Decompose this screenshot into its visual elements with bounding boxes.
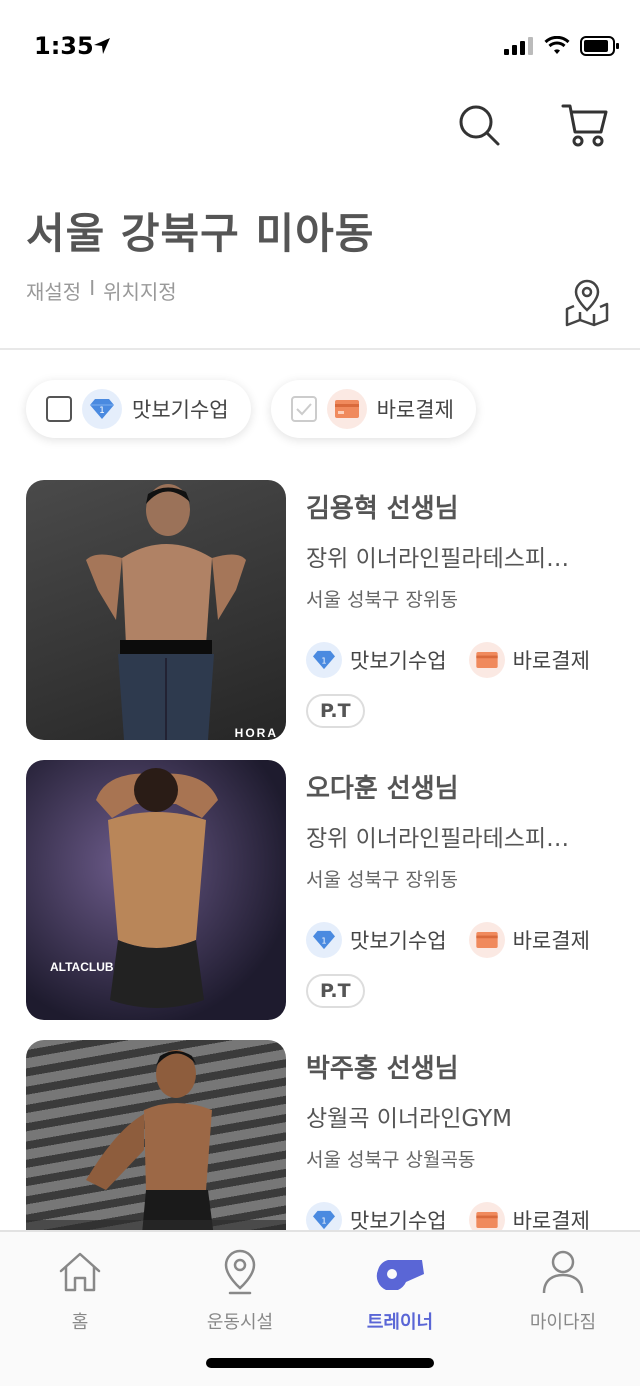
tag-trial-class: 1 맛보기수업 (306, 642, 447, 678)
tag-label: 맛보기수업 (350, 649, 447, 673)
diamond-icon: 1 (90, 399, 114, 419)
tab-home[interactable]: 홈 (20, 1246, 140, 1334)
trainer-name: 오다훈 선생님 (306, 774, 459, 804)
tag-direct-pay: 바로결제 (468, 922, 590, 958)
whistle-icon (376, 1260, 424, 1290)
pay-badge (468, 922, 505, 958)
card-icon (475, 652, 498, 668)
tab-my[interactable]: 마이다짐 (503, 1246, 623, 1334)
card-icon (334, 400, 359, 418)
diamond-icon: 1 (313, 650, 335, 670)
trial-badge: 1 (306, 642, 342, 678)
svg-text:1: 1 (321, 936, 326, 946)
location-links: 재설정 I 위치지정 (26, 276, 177, 305)
tag-label: 바로결제 (512, 649, 590, 673)
wifi-icon (544, 36, 570, 54)
status-indicators (504, 36, 620, 56)
cart-button[interactable] (560, 100, 610, 150)
filter-direct-pay[interactable]: 바로결제 (270, 380, 476, 438)
top-actions (454, 100, 610, 150)
trainer-address: 서울 성북구 장위동 (306, 869, 458, 891)
status-time: 1:35 (34, 32, 94, 60)
pay-badge (326, 389, 367, 429)
search-button[interactable] (454, 100, 504, 150)
signal-icon (504, 37, 533, 55)
trainer-info: 오다훈 선생님 장위 이너라인필라테스피… 서울 성북구 장위동 1 맛보기수업… (306, 760, 626, 1020)
trainer-list: HORA 김용혁 선생님 장위 이너라인필라테스피… 서울 성북구 장위동 1 … (26, 480, 626, 1320)
trial-badge: 1 (306, 922, 342, 958)
tag-trial-class: 1 맛보기수업 (306, 922, 447, 958)
tab-label: 운동시설 (206, 1312, 274, 1333)
svg-text:1: 1 (99, 406, 105, 416)
separator: I (89, 276, 96, 300)
location-arrow-icon (94, 38, 110, 54)
checkbox-trial-class[interactable] (46, 396, 72, 422)
person-icon (542, 1250, 584, 1294)
service-pill: P.T (306, 694, 365, 728)
cart-icon (561, 104, 608, 147)
checkmark-icon (295, 403, 312, 416)
card-icon (475, 1212, 498, 1228)
filter-label: 바로결제 (376, 398, 454, 422)
trainer-tags: 1 맛보기수업 바로결제 (306, 642, 626, 678)
svg-text:1: 1 (321, 656, 326, 666)
map-button[interactable] (564, 278, 610, 328)
trainer-gym: 장위 이너라인필라테스피… (306, 546, 570, 572)
tab-trainer[interactable]: 트레이너 (340, 1246, 460, 1334)
tag-direct-pay: 바로결제 (468, 642, 590, 678)
trainer-figure-image (96, 768, 218, 1008)
battery-icon (580, 36, 619, 56)
search-icon (459, 105, 500, 146)
trainer-name: 김용혁 선생님 (306, 494, 459, 524)
pay-badge (468, 642, 505, 678)
card-icon (475, 932, 498, 948)
photo-logo: ALTACLUB (50, 960, 114, 974)
trainer-card[interactable]: ALTACLUB 오다훈 선생님 장위 이너라인필라테스피… 서울 성북구 장위… (26, 760, 626, 1020)
trainer-photo: HORA (26, 480, 286, 740)
trainer-photo: ALTACLUB (26, 760, 286, 1020)
tab-label: 홈 (71, 1312, 89, 1333)
service-pill: P.T (306, 974, 365, 1008)
trial-badge: 1 (82, 389, 122, 429)
trainer-address: 서울 성북구 상월곡동 (306, 1149, 476, 1171)
trainer-figure-image (86, 484, 246, 740)
svg-text:1: 1 (321, 1216, 326, 1226)
trainer-name: 박주홍 선생님 (306, 1054, 459, 1084)
trainer-card[interactable]: HORA 김용혁 선생님 장위 이너라인필라테스피… 서울 성북구 장위동 1 … (26, 480, 626, 740)
trainer-tags: 1 맛보기수업 바로결제 (306, 922, 626, 958)
tab-label: 트레이너 (366, 1312, 434, 1333)
tab-label: 마이다짐 (529, 1312, 597, 1333)
diamond-icon: 1 (313, 1210, 335, 1230)
filter-label: 맛보기수업 (132, 398, 229, 422)
divider (0, 348, 640, 350)
diamond-icon: 1 (313, 930, 335, 950)
location-pin-icon (224, 1249, 256, 1295)
map-pin-icon (565, 279, 609, 327)
tag-label: 맛보기수업 (350, 929, 447, 953)
filter-trial-class[interactable]: 1 맛보기수업 (26, 380, 251, 438)
tab-facility[interactable]: 운동시설 (180, 1246, 300, 1334)
tag-label: 바로결제 (512, 929, 590, 953)
reset-link[interactable]: 재설정 (26, 276, 81, 305)
trainer-gym: 장위 이너라인필라테스피… (306, 826, 570, 852)
trainer-info: 김용혁 선생님 장위 이너라인필라테스피… 서울 성북구 장위동 1 맛보기수업… (306, 480, 626, 740)
home-icon (59, 1252, 101, 1292)
location-title: 서울 강북구 미아동 (26, 209, 375, 258)
home-indicator (206, 1358, 434, 1368)
photo-logo: HORA (234, 726, 278, 740)
filter-bar: 1 맛보기수업 바로결제 (26, 380, 476, 438)
status-bar: 1:35 (0, 0, 640, 90)
trainer-gym: 상월곡 이너라인GYM (306, 1106, 513, 1132)
checkbox-direct-pay[interactable] (290, 396, 317, 422)
trainer-address: 서울 성북구 장위동 (306, 589, 458, 611)
set-location-link[interactable]: 위치지정 (103, 276, 177, 305)
